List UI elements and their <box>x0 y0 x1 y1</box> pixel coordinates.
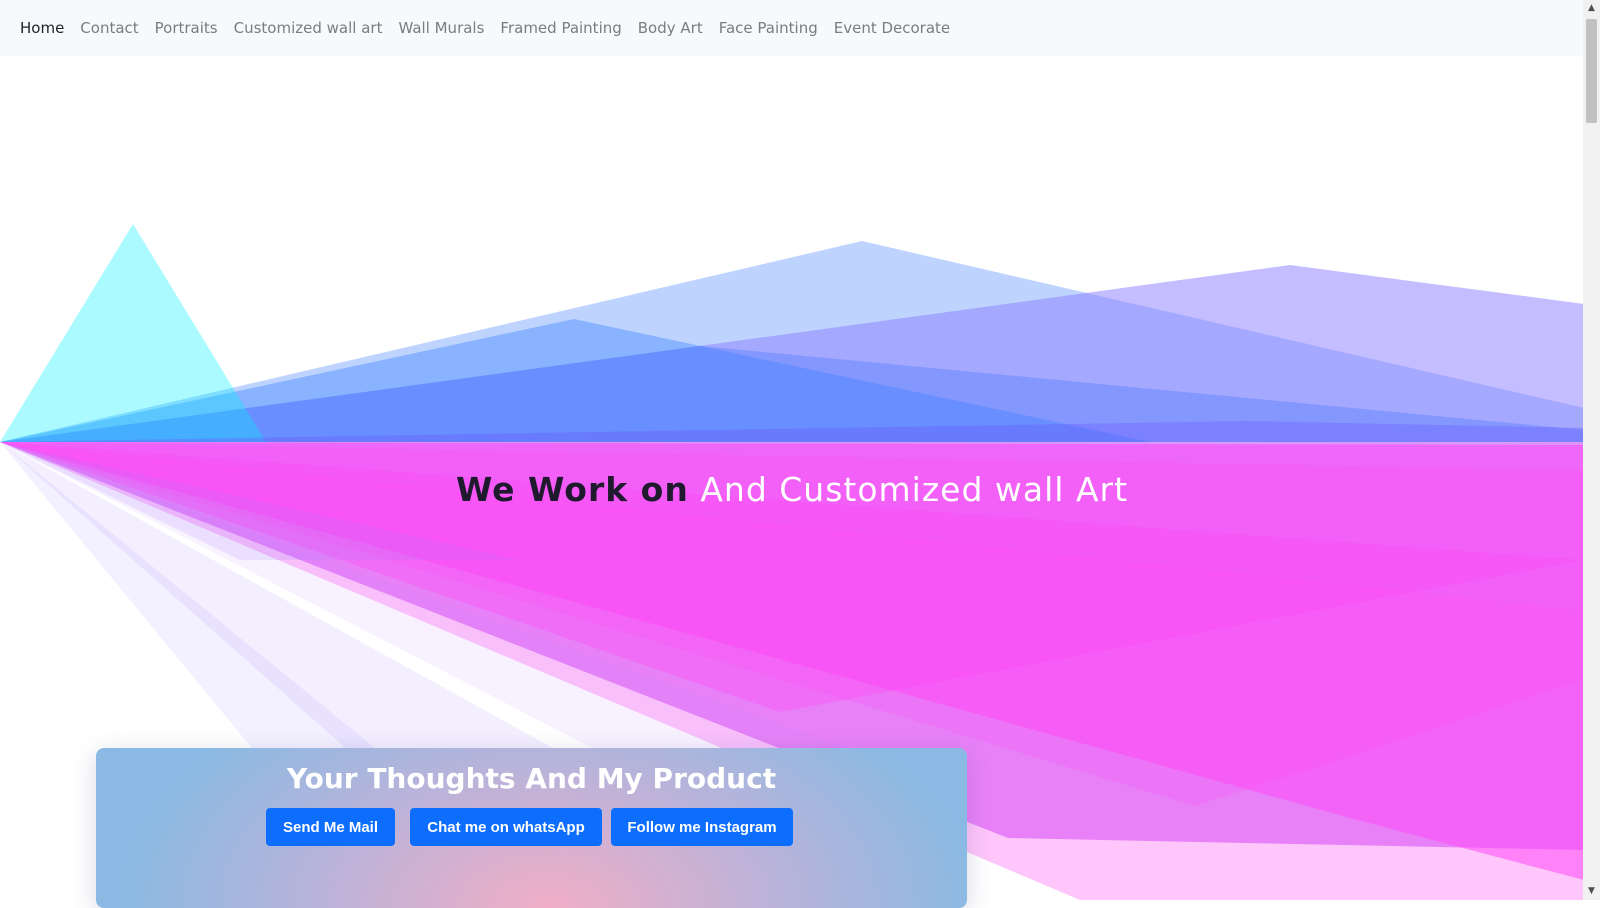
nav-item-body-art[interactable]: Body Art <box>630 0 711 56</box>
top-navbar: Home Contact Portraits Customized wall a… <box>0 0 1584 56</box>
scroll-up-icon[interactable]: ▲ <box>1583 0 1600 17</box>
scroll-down-icon[interactable]: ▼ <box>1583 883 1600 900</box>
nav-item-face-painting[interactable]: Face Painting <box>711 0 826 56</box>
nav-item-wall-murals[interactable]: Wall Murals <box>390 0 492 56</box>
send-mail-button[interactable]: Send Me Mail <box>266 808 395 846</box>
instagram-follow-button[interactable]: Follow me Instagram <box>611 808 793 846</box>
vertical-scrollbar[interactable]: ▲ ▼ <box>1583 0 1600 900</box>
promo-card: Your Thoughts And My Product Send Me Mai… <box>96 748 967 908</box>
bg-shape-cyan <box>0 224 266 442</box>
nav-item-home[interactable]: Home <box>12 0 72 56</box>
nav-item-framed-painting[interactable]: Framed Painting <box>492 0 629 56</box>
hero-rotating-text: And Customized wall Art <box>700 470 1129 509</box>
nav-item-customized-wall-art[interactable]: Customized wall art <box>226 0 391 56</box>
scroll-thumb[interactable] <box>1586 19 1597 123</box>
whatsapp-chat-button[interactable]: Chat me on whatsApp <box>410 808 602 846</box>
nav-item-event-decorate[interactable]: Event Decorate <box>826 0 958 56</box>
nav-item-portraits[interactable]: Portraits <box>147 0 226 56</box>
nav-item-contact[interactable]: Contact <box>72 0 146 56</box>
hero-lead-text: We Work on <box>455 470 689 509</box>
promo-title: Your Thoughts And My Product <box>286 762 777 795</box>
hero-heading: We Work on And Customized wall Art <box>0 470 1584 509</box>
promo-button-row: Send Me Mail Chat me on whatsApp Follow … <box>96 808 967 848</box>
